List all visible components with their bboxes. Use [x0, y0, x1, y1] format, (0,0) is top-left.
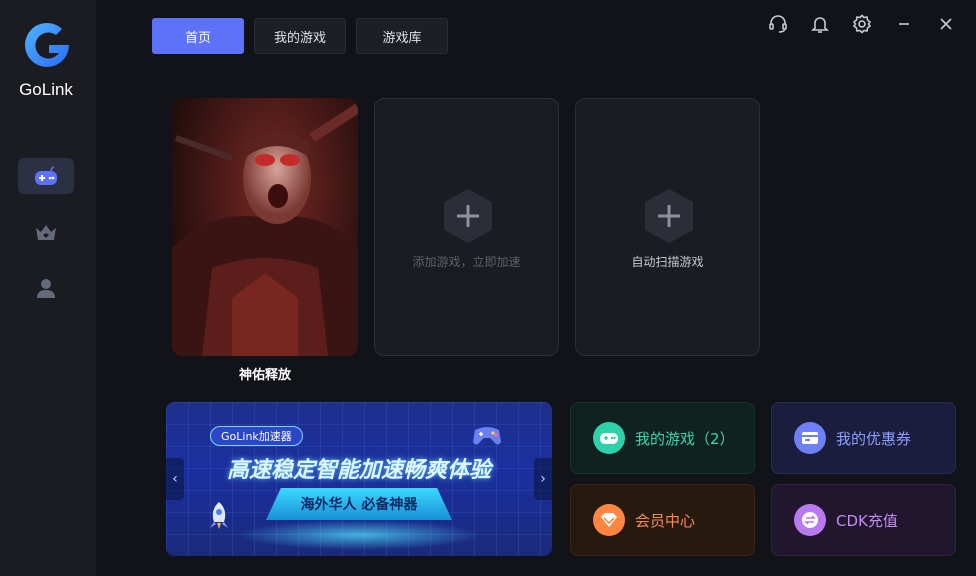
banner-tag: GoLink加速器 [210, 426, 303, 446]
crown-icon [36, 225, 56, 240]
game-cover-image [172, 103, 358, 356]
minimize-button[interactable] [892, 12, 916, 36]
diamond-icon [593, 504, 625, 536]
plus-icon [444, 189, 492, 243]
app-brand: GoLink [19, 80, 73, 99]
cdk-recharge-label: CDK充值 [836, 511, 898, 530]
golink-logo-icon [25, 23, 69, 67]
close-button[interactable] [934, 12, 958, 36]
sidebar: GoLink [0, 0, 96, 576]
top-tabs: 首页 我的游戏 游戏库 [152, 18, 448, 54]
game-card[interactable] [172, 98, 358, 356]
vip-center-tile[interactable]: 会员中心 [570, 484, 755, 556]
plus-icon [645, 189, 693, 243]
minimize-icon [899, 23, 909, 25]
promo-banner[interactable]: GoLink加速器 高速稳定智能加速畅爽体验 海外华人 必备神器 ‹ › [166, 402, 552, 556]
tab-game-library[interactable]: 游戏库 [356, 18, 448, 54]
banner-headline: 高速稳定智能加速畅爽体验 [226, 458, 491, 483]
banner-glow [236, 520, 482, 550]
exchange-icon [794, 504, 826, 536]
banner-next-button[interactable]: › [534, 458, 552, 500]
close-icon [940, 18, 952, 30]
headset-icon [769, 15, 787, 33]
coupon-icon [794, 422, 826, 454]
gear-icon [852, 14, 872, 34]
rocket-icon [210, 502, 228, 529]
sidebar-item-user[interactable] [18, 270, 74, 306]
notifications-button[interactable] [808, 12, 832, 36]
auto-scan-card[interactable]: 自动扫描游戏 [575, 98, 760, 356]
user-icon [37, 279, 55, 298]
add-game-label: 添加游戏，立即加速 [412, 255, 521, 269]
support-button[interactable] [766, 12, 790, 36]
my-games-tile[interactable]: 我的游戏（2） [570, 402, 755, 474]
my-games-label: 我的游戏（2） [635, 429, 735, 448]
settings-button[interactable] [850, 12, 874, 36]
sidebar-item-games[interactable] [18, 158, 74, 194]
cdk-recharge-tile[interactable]: CDK充值 [771, 484, 956, 556]
banner-subline: 海外华人 必备神器 [266, 488, 452, 520]
tab-my-games[interactable]: 我的游戏 [254, 18, 346, 54]
sidebar-item-vip[interactable] [18, 214, 74, 250]
gamepad-icon [593, 422, 625, 454]
controller-icon [473, 427, 501, 445]
game-name: 神佑释放 [238, 368, 291, 383]
window-controls [766, 12, 958, 36]
coupons-label: 我的优惠券 [836, 429, 912, 448]
auto-scan-label: 自动扫描游戏 [631, 255, 704, 269]
add-game-card[interactable]: 添加游戏，立即加速 [374, 98, 559, 356]
bell-icon [811, 17, 829, 33]
tab-home[interactable]: 首页 [152, 18, 244, 54]
gamepad-icon [35, 166, 57, 185]
vip-center-label: 会员中心 [635, 511, 696, 530]
banner-prev-button[interactable]: ‹ [166, 458, 184, 500]
coupons-tile[interactable]: 我的优惠券 [771, 402, 956, 474]
